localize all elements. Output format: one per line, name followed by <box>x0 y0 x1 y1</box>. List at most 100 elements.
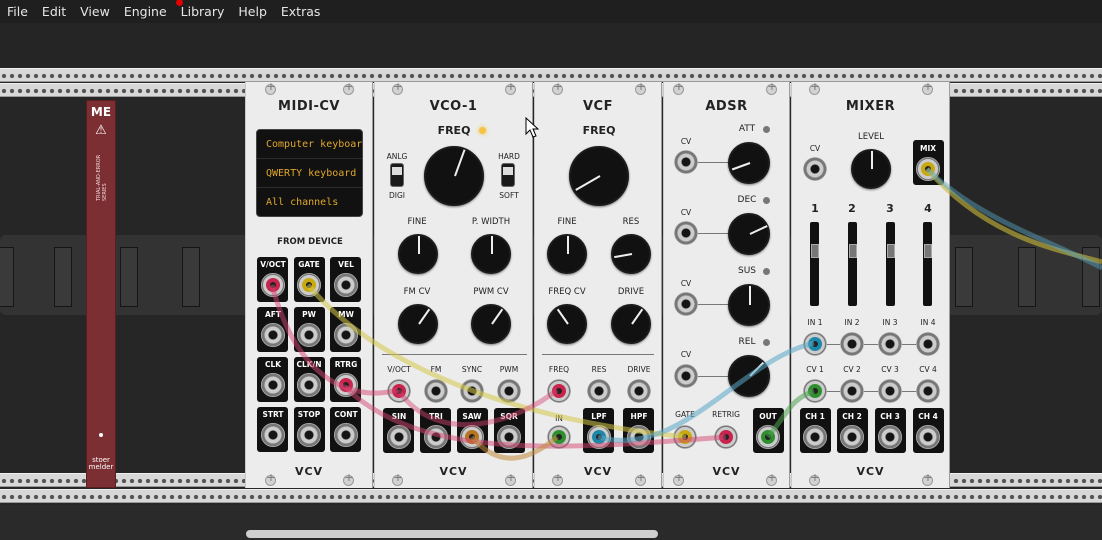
aft-output-jack[interactable] <box>261 323 285 347</box>
cable-plug[interactable] <box>716 427 736 447</box>
menu-engine[interactable]: Engine <box>117 4 174 19</box>
release-knob[interactable] <box>728 355 770 397</box>
sustain-cv-jack[interactable] <box>674 292 698 316</box>
menu-file[interactable]: File <box>0 4 35 19</box>
tri-output-jack[interactable] <box>424 425 448 449</box>
menu-extras[interactable]: Extras <box>274 4 328 19</box>
level-cv-jack[interactable] <box>803 157 827 181</box>
sync-input-jack[interactable] <box>460 379 484 403</box>
cv-1-jack[interactable] <box>803 379 827 403</box>
fm-input-jack[interactable] <box>424 379 448 403</box>
in-3-jack[interactable] <box>878 332 902 356</box>
attack-knob[interactable] <box>728 142 770 184</box>
midi-display[interactable]: Computer keyboar QWERTY keyboard All cha… <box>256 129 363 217</box>
retrig-input-jack[interactable] <box>714 425 738 449</box>
sustain-knob[interactable] <box>728 284 770 326</box>
sin-output-jack[interactable] <box>387 425 411 449</box>
in-1-jack[interactable] <box>803 332 827 356</box>
blank-panel[interactable]: ME ⚠ TRIAL-AND-ERROR SERIES stoer melder <box>86 100 116 488</box>
master-level-knob[interactable] <box>851 149 891 189</box>
sqr-output-jack[interactable] <box>497 425 521 449</box>
cable-plug[interactable] <box>336 375 356 395</box>
cable-plug[interactable] <box>462 427 482 447</box>
analog-digital-switch[interactable] <box>390 163 404 187</box>
in-4-jack[interactable] <box>916 332 940 356</box>
envelope-output-jack[interactable] <box>756 425 780 449</box>
channel-3-fader[interactable] <box>886 222 895 306</box>
cont-output-jack[interactable] <box>334 423 358 447</box>
release-cv-jack[interactable] <box>674 364 698 388</box>
ch-4-output-jack[interactable] <box>916 425 940 449</box>
cv-3-jack[interactable] <box>878 379 902 403</box>
freq-knob[interactable] <box>424 146 484 206</box>
pw-output-jack[interactable] <box>297 323 321 347</box>
attack-cv-jack[interactable] <box>674 150 698 174</box>
res-cv-input-jack[interactable] <box>587 379 611 403</box>
pwm-cv-knob[interactable] <box>471 304 511 344</box>
menu-library[interactable]: Library <box>174 0 232 19</box>
drive-knob[interactable] <box>611 304 651 344</box>
cutoff-knob[interactable] <box>569 146 629 206</box>
channel-4-fader[interactable] <box>923 222 932 306</box>
mix-output-jack[interactable] <box>916 157 940 181</box>
cable-plug[interactable] <box>389 381 409 401</box>
cable-plug[interactable] <box>918 159 938 179</box>
horizontal-scrollbar[interactable] <box>246 530 658 538</box>
lpf-output-jack[interactable] <box>587 425 611 449</box>
cable-plug[interactable] <box>549 427 569 447</box>
cable-plug[interactable] <box>263 275 283 295</box>
midi-cv-module: MIDI-CV Computer keyboar QWERTY keyboard… <box>245 80 373 488</box>
resonance-knob[interactable] <box>611 234 651 274</box>
sync-led <box>479 127 486 134</box>
cable-plug[interactable] <box>758 427 778 447</box>
in-2-jack[interactable] <box>840 332 864 356</box>
pulse-width-knob[interactable] <box>471 234 511 274</box>
rtrg-output-jack[interactable] <box>334 373 358 397</box>
voct-in-label: V/OCT <box>387 365 411 374</box>
channel-1-fader[interactable] <box>810 222 819 306</box>
cv-4-jack[interactable] <box>916 379 940 403</box>
midi-channel-item[interactable]: All channels <box>257 188 362 216</box>
cable-plug[interactable] <box>299 275 319 295</box>
decay-knob[interactable] <box>728 213 770 255</box>
menu-view[interactable]: View <box>73 4 117 19</box>
cable-plug[interactable] <box>549 381 569 401</box>
clkn-output-jack[interactable] <box>297 373 321 397</box>
midi-device-item[interactable]: QWERTY keyboard <box>257 159 362 188</box>
fine-knob[interactable] <box>398 234 438 274</box>
saw-output-jack[interactable] <box>460 425 484 449</box>
fm-in-label: FM <box>430 365 442 374</box>
gate-output-jack[interactable] <box>297 273 321 297</box>
cable-plug[interactable] <box>805 381 825 401</box>
ch-2-output-jack[interactable] <box>840 425 864 449</box>
voct-input-jack[interactable] <box>387 379 411 403</box>
ch-1-output-jack[interactable] <box>803 425 827 449</box>
voct-output-jack[interactable] <box>261 273 285 297</box>
tri-label: TRI <box>429 412 443 421</box>
cable-plug[interactable] <box>589 427 609 447</box>
drive-cv-input-jack[interactable] <box>627 379 651 403</box>
strt-output-jack[interactable] <box>261 423 285 447</box>
menu-help[interactable]: Help <box>231 4 274 19</box>
hard-soft-switch[interactable] <box>501 163 515 187</box>
ch-3-output-jack[interactable] <box>878 425 902 449</box>
stop-output-jack[interactable] <box>297 423 321 447</box>
mw-output-jack[interactable] <box>334 323 358 347</box>
menu-edit[interactable]: Edit <box>35 4 73 19</box>
vel-output-jack[interactable] <box>334 273 358 297</box>
gate-input-jack[interactable] <box>673 425 697 449</box>
fm-cv-knob[interactable] <box>398 304 438 344</box>
audio-input-jack[interactable] <box>547 425 571 449</box>
pwm-input-jack[interactable] <box>497 379 521 403</box>
freq-cv-input-jack[interactable] <box>547 379 571 403</box>
hpf-output-jack[interactable] <box>627 425 651 449</box>
freq-cv-knob[interactable] <box>547 304 587 344</box>
decay-cv-jack[interactable] <box>674 221 698 245</box>
cable-plug[interactable] <box>675 427 695 447</box>
cable-plug[interactable] <box>805 334 825 354</box>
fine-knob[interactable] <box>547 234 587 274</box>
midi-driver-item[interactable]: Computer keyboar <box>257 130 362 159</box>
cv-2-jack[interactable] <box>840 379 864 403</box>
clk-output-jack[interactable] <box>261 373 285 397</box>
channel-2-fader[interactable] <box>848 222 857 306</box>
